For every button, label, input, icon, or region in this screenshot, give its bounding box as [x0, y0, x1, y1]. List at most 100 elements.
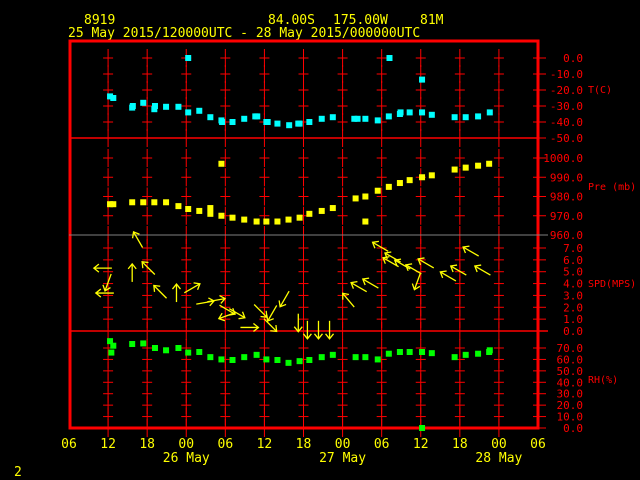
- x-tick-label: 06: [61, 437, 77, 452]
- wind-arrow: [127, 262, 137, 282]
- y-tick-label: 1000.0: [543, 152, 583, 165]
- humidity-point: [175, 345, 182, 351]
- pressure-point: [163, 199, 170, 206]
- temperature-point: [318, 115, 325, 122]
- temperature-point: [207, 114, 214, 121]
- humidity-point: [296, 358, 303, 365]
- date-label: 27 May: [319, 451, 366, 466]
- x-tick-label: 06: [530, 437, 546, 452]
- humidity-point: [285, 359, 292, 366]
- pressure-point: [374, 187, 381, 194]
- pressure-point: [329, 205, 336, 212]
- temperature-point: [362, 115, 369, 122]
- wind-arrow: [196, 297, 216, 307]
- temperature-point: [406, 109, 413, 116]
- temperature-point: [163, 103, 170, 110]
- wind-arrow: [325, 320, 335, 340]
- x-tick-label: 00: [491, 437, 507, 452]
- temperature-point: [110, 95, 117, 101]
- temperature-point: [397, 109, 404, 116]
- temperature-point: [151, 103, 158, 109]
- humidity-point: [151, 345, 158, 351]
- humidity-point: [419, 425, 426, 431]
- pressure-point: [486, 160, 493, 167]
- temperature-point: [374, 117, 381, 124]
- wind-arrow: [153, 284, 168, 299]
- wind-arrow: [473, 264, 491, 276]
- wind-arrow: [102, 273, 112, 292]
- pressure-point: [207, 205, 214, 212]
- pressure-point: [318, 207, 325, 214]
- pressure-point: [362, 193, 369, 200]
- temperature-point: [241, 115, 248, 122]
- wind-arrow: [449, 264, 467, 276]
- wind-arrow: [253, 304, 268, 318]
- humidity-point: [451, 354, 458, 361]
- humidity-point: [385, 350, 392, 357]
- temperature-point: [129, 103, 136, 109]
- wind-arrow: [361, 277, 379, 289]
- pressure-point: [306, 210, 313, 217]
- temperature-point: [175, 103, 182, 110]
- pressure-point: [419, 174, 426, 181]
- y-axis-label-temperature: T(C): [588, 85, 612, 96]
- humidity-point: [274, 357, 281, 363]
- wind-arrow: [404, 263, 422, 275]
- date-label: 28 May: [475, 451, 522, 466]
- x-tick-label: 18: [139, 437, 155, 452]
- temperature-point: [419, 109, 426, 116]
- y-tick-label: 0.0: [563, 325, 583, 338]
- humidity-point: [207, 354, 214, 361]
- temperature-point: [185, 55, 192, 61]
- pressure-point: [207, 210, 214, 217]
- wind-arrow: [439, 270, 457, 282]
- pressure-point: [451, 166, 458, 173]
- wind-arrow: [462, 245, 480, 257]
- y-tick-label: 0.0: [563, 52, 583, 65]
- temperature-point: [462, 114, 469, 121]
- temperature-point: [185, 109, 192, 116]
- temperature-point: [428, 111, 435, 118]
- y-axis-label-pressure: Pre (mb): [588, 182, 636, 193]
- pressure-point: [475, 162, 482, 169]
- humidity-point: [218, 356, 225, 363]
- pressure-point: [285, 216, 292, 223]
- humidity-point: [362, 354, 369, 361]
- temperature-point: [354, 115, 361, 122]
- temperature-point: [329, 114, 336, 121]
- y-tick-label: -40.0: [550, 116, 583, 129]
- humidity-point: [163, 347, 170, 354]
- x-tick-label: 18: [452, 437, 468, 452]
- humidity-point: [428, 350, 435, 357]
- pressure-point: [241, 216, 248, 223]
- temperature-point: [486, 109, 493, 116]
- y-tick-label: 980.0: [550, 191, 583, 204]
- pressure-point: [428, 172, 435, 179]
- x-tick-label: 00: [335, 437, 351, 452]
- pressure-point: [140, 199, 147, 206]
- humidity-point: [396, 349, 403, 355]
- humidity-point: [352, 354, 359, 361]
- temperature-point: [475, 113, 482, 120]
- temperature-point: [229, 119, 236, 125]
- pressure-point: [385, 183, 392, 190]
- pressure-point: [396, 180, 403, 187]
- pressure-point: [263, 218, 270, 225]
- humidity-point: [185, 349, 192, 356]
- temperature-point: [264, 119, 271, 125]
- humidity-point: [462, 351, 469, 358]
- humidity-point: [140, 340, 147, 347]
- temperature-point: [296, 120, 303, 127]
- wind-arrow: [293, 313, 303, 333]
- humidity-point: [129, 341, 136, 347]
- pressure-point: [218, 160, 225, 167]
- humidity-point: [253, 351, 260, 358]
- temperature-point: [385, 113, 392, 120]
- humidity-point: [229, 357, 236, 363]
- pressure-point: [185, 206, 192, 213]
- pressure-point: [218, 212, 225, 219]
- wind-arrow: [92, 263, 112, 273]
- humidity-point: [110, 342, 117, 349]
- wind-arrow: [411, 272, 422, 291]
- humidity-point: [108, 349, 115, 356]
